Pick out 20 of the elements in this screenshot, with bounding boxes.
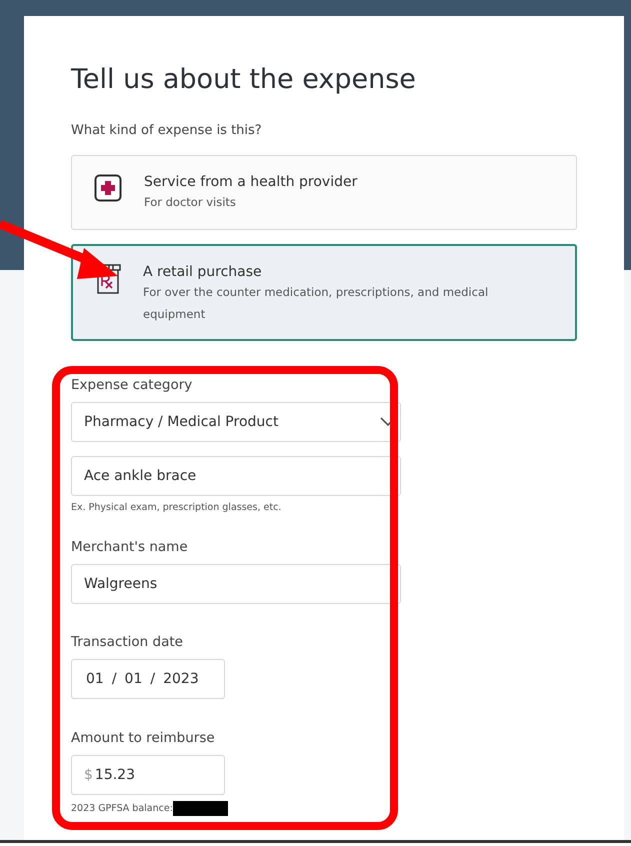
option-label: A retail purchase <box>143 264 263 280</box>
expense-option[interactable]: A retail purchase For over the counter medication, prescriptions, and medical equipment <box>71 244 577 341</box>
field-hint: 2023 GPFSA balance: <box>71 803 173 814</box>
medical-cross-icon <box>94 174 122 202</box>
option-description: For over the counter medication, prescriptions, and medical equipment <box>143 284 490 323</box>
option-label: Service from a health provider <box>144 174 358 190</box>
field-label: Amount to reimburse <box>71 730 216 746</box>
page-title: Tell us about the expense <box>71 64 417 95</box>
field-hint: Ex. Physical exam, prescription glasses, etc. <box>71 502 282 513</box>
amount-field[interactable]: $15.23 <box>71 755 225 795</box>
field-label: Expense category <box>71 377 194 393</box>
input-field[interactable]: Walgreens <box>71 564 401 604</box>
expense-option[interactable]: Service from a health provider For doctor visits <box>71 155 577 230</box>
date-field[interactable]: 01 / 01 / 2023 <box>71 659 225 699</box>
category-select[interactable]: Pharmacy / Medical Product <box>71 402 401 442</box>
field-label: Merchant's name <box>71 539 189 555</box>
field-label: Transaction date <box>71 634 184 650</box>
question-text: What kind of expense is this? <box>71 123 263 138</box>
option-description: For doctor visits <box>144 194 237 211</box>
input-field[interactable]: Ace ankle brace <box>71 456 401 496</box>
